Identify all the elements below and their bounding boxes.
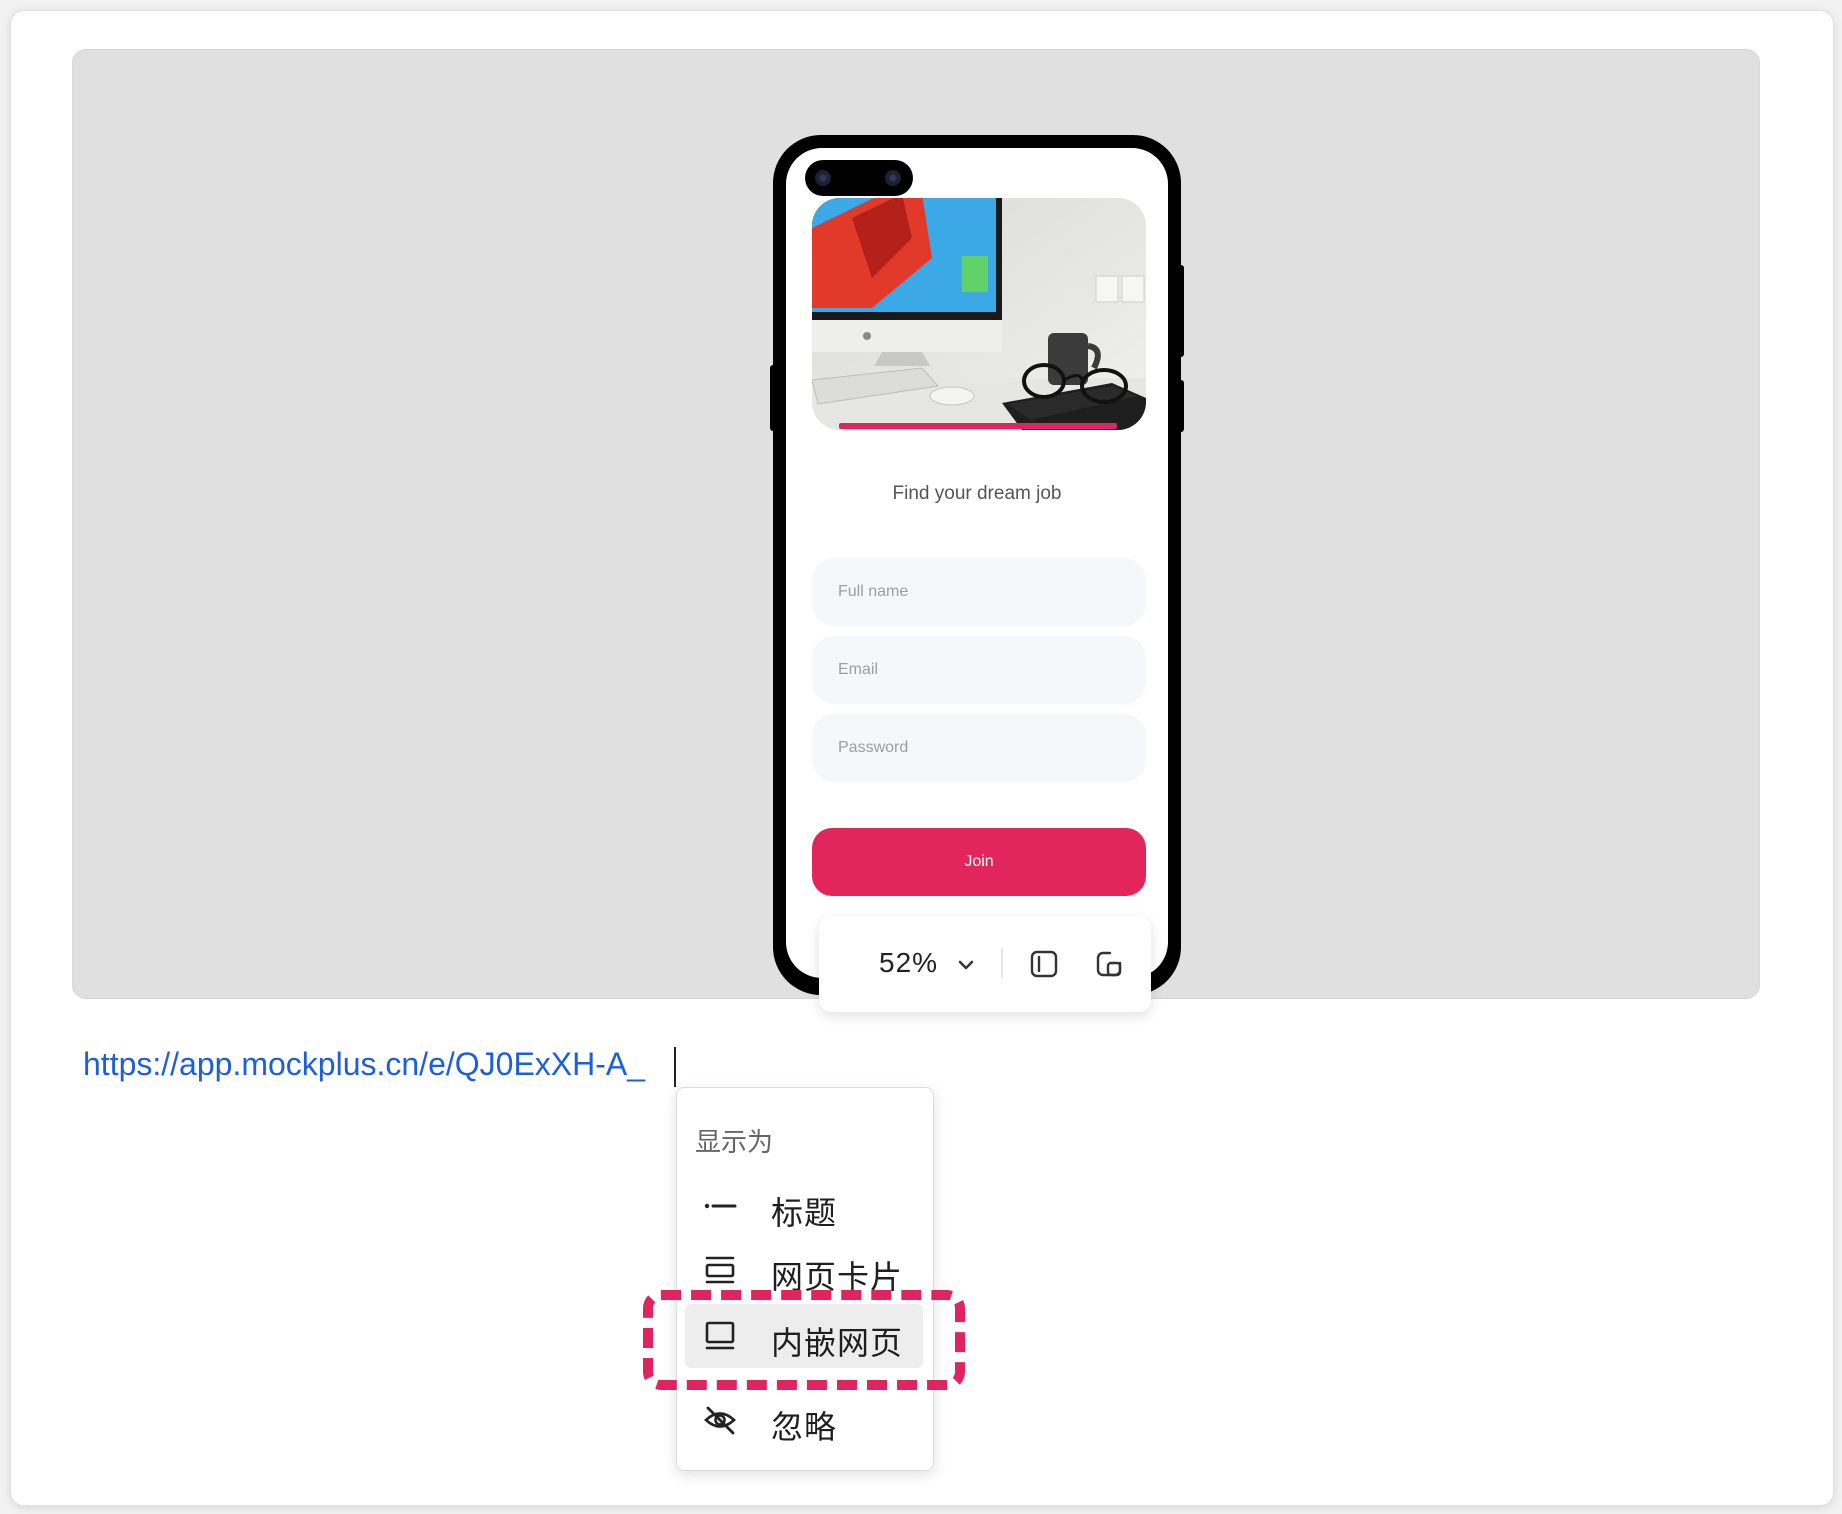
- hero-image: [812, 198, 1146, 430]
- annotation-highlight-box: [643, 1290, 965, 1390]
- eye-off-icon: [704, 1406, 736, 1435]
- window-icon[interactable]: [1094, 949, 1124, 979]
- zoom-toolbar: 52%: [819, 916, 1151, 1012]
- email-field[interactable]: Email: [812, 636, 1146, 704]
- camera-notch: [805, 160, 913, 196]
- menu-item-title[interactable]: 标题: [685, 1174, 923, 1238]
- full-name-field[interactable]: Full name: [812, 558, 1146, 626]
- toolbar-divider: [1001, 948, 1003, 978]
- phone-side-button-right-top: [1178, 265, 1184, 357]
- text-cursor: [674, 1047, 676, 1087]
- hero-accent-bar: [839, 423, 1117, 429]
- camera-lens-icon: [815, 170, 831, 186]
- sidebar-toggle-icon[interactable]: [1029, 949, 1059, 979]
- phone-screen: Find your dream job Full name Email Pass…: [786, 148, 1168, 978]
- chevron-down-icon[interactable]: [955, 954, 977, 976]
- password-field[interactable]: Password: [812, 714, 1146, 782]
- join-button[interactable]: Join: [812, 828, 1146, 896]
- card-icon: [705, 1256, 735, 1284]
- zoom-level[interactable]: 52%: [879, 947, 938, 979]
- menu-title: 显示为: [695, 1127, 774, 1157]
- desk-photo: [812, 198, 1146, 430]
- display-as-menu: 显示为 标题 网页卡片 内嵌网页 忽略: [676, 1087, 934, 1471]
- menu-item-label: 忽略: [771, 1409, 838, 1445]
- menu-item-label: 标题: [771, 1195, 838, 1231]
- title-line-icon: [704, 1203, 737, 1209]
- phone-side-button-left: [770, 365, 776, 431]
- phone-side-button-right-bottom: [1178, 380, 1184, 432]
- pasted-url-link[interactable]: https://app.mockplus.cn/e/QJ0ExXH-A_: [83, 1046, 645, 1083]
- phone-mockup: Find your dream job Full name Email Pass…: [770, 135, 1184, 995]
- tagline-text: Find your dream job: [892, 483, 1062, 504]
- camera-lens-icon: [885, 170, 901, 186]
- embed-preview-area: Find your dream job Full name Email Pass…: [72, 49, 1760, 1012]
- menu-item-ignore[interactable]: 忽略: [685, 1388, 923, 1452]
- document-frame: Find your dream job Full name Email Pass…: [10, 10, 1834, 1506]
